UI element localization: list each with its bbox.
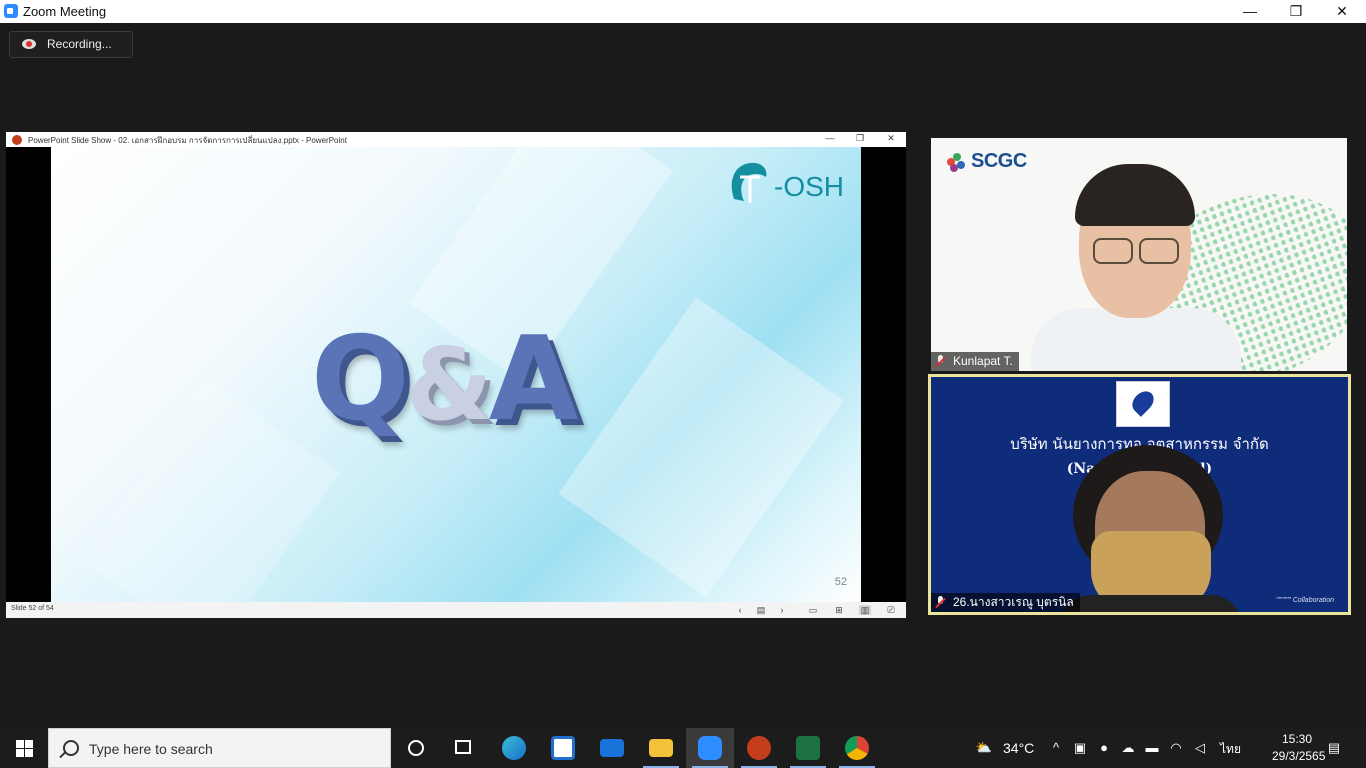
close-button[interactable]: ✕ (1319, 0, 1365, 23)
recording-label: Recording... (47, 37, 112, 51)
restore-button[interactable]: ❐ (1273, 0, 1319, 23)
temperature[interactable]: 34°C (1003, 740, 1034, 756)
next-slide-icon[interactable]: › (776, 605, 788, 615)
tosh-logo: -OSH (726, 159, 851, 209)
participant-namebar: 26.นางสาวเรณู บุตรนิล (931, 593, 1080, 612)
taskbar-store[interactable] (539, 728, 587, 768)
taskbar-powerpoint[interactable] (735, 728, 783, 768)
active-speaker-tile[interactable]: บริษัท นันยางการทอ อุตสาหกรรม จำกัด (Nan… (928, 374, 1351, 615)
taskbar-excel[interactable] (784, 728, 832, 768)
shared-screen[interactable]: PowerPoint Slide Show - 02. เอกสารฝึกอบร… (6, 132, 906, 618)
participant-video-tile: บริษัท นันยางการทอ อุตสาหกรรม จำกัด (Nan… (931, 377, 1348, 612)
participant-name: 26.นางสาวเรณู บุตรนิล (953, 595, 1074, 609)
reading-view-icon[interactable]: ▥ (859, 605, 871, 615)
meet-now-icon[interactable]: ▣ (1072, 740, 1088, 756)
muted-mic-icon (935, 355, 947, 368)
battery-icon[interactable]: ▬ (1144, 740, 1160, 756)
powerpoint-icon (12, 135, 22, 145)
slide-facet (82, 381, 340, 602)
cortana-button[interactable] (392, 728, 440, 768)
participant-video (1031, 158, 1241, 371)
taskbar-search-box[interactable]: Type here to search (48, 728, 391, 768)
start-button[interactable] (0, 728, 48, 768)
recording-indicator[interactable]: Recording... (9, 31, 133, 58)
windows-taskbar: Type here to search ⛅ 34°C ^ ▣ ● ☁ ▬ ◠ ◁ (0, 728, 1366, 768)
ppt-titlebar: PowerPoint Slide Show - 02. เอกสารฝึกอบร… (6, 132, 906, 147)
ppt-window-title: PowerPoint Slide Show - 02. เอกสารฝึกอบร… (28, 136, 347, 145)
taskbar-zoom[interactable] (686, 728, 734, 768)
clock-time: 15:30 (1281, 732, 1313, 746)
language-indicator[interactable]: ไทย (1220, 740, 1241, 759)
emblem-leaf-icon (1128, 387, 1158, 417)
tosh-mark-icon (731, 162, 767, 203)
excel-icon (796, 736, 820, 760)
record-icon (22, 39, 36, 49)
minimize-button[interactable]: — (1227, 0, 1273, 23)
weather-icon[interactable]: ⛅ (974, 740, 994, 756)
notifications-icon[interactable]: ▤ (1325, 740, 1343, 756)
participant-video (1061, 445, 1241, 612)
taskbar-file-explorer[interactable] (637, 728, 685, 768)
ppt-statusbar: Slide 52 of 54 ‹ ▤ › ▭ ⊞ ▥ ⎚ (6, 602, 906, 618)
windows-logo-icon (16, 749, 24, 757)
slide-number: 52 (834, 576, 847, 588)
search-icon (63, 740, 79, 756)
glasses-right (1139, 238, 1179, 264)
microphone-icon[interactable]: ● (1096, 740, 1112, 756)
ppt-close-button[interactable]: ✕ (879, 133, 903, 146)
mail-icon (600, 739, 624, 757)
powerpoint-icon (747, 736, 771, 760)
zoom-icon (698, 736, 722, 760)
slideshow-icon[interactable]: ⎚ (885, 605, 897, 615)
volume-icon[interactable]: ◁ (1192, 740, 1208, 756)
search-placeholder: Type here to search (89, 741, 213, 757)
windows-logo-icon (25, 740, 33, 748)
qa-letter-a: A (488, 312, 579, 447)
taskbar-chrome[interactable] (833, 728, 881, 768)
tosh-logo-text: -OSH (774, 171, 844, 202)
background-footer-text: """""" Collaboration (1275, 597, 1334, 604)
taskbar-edge[interactable] (490, 728, 538, 768)
windows-logo-icon (16, 740, 24, 748)
window-title: Zoom Meeting (23, 4, 107, 19)
edge-icon (502, 736, 526, 760)
wifi-icon[interactable]: ◠ (1168, 740, 1184, 756)
participant-namebar: Kunlapat T. (931, 352, 1019, 371)
task-view-button[interactable] (440, 728, 488, 768)
cortana-icon (408, 740, 424, 756)
previous-slide-icon[interactable]: ‹ (734, 605, 746, 615)
scgc-mark-icon (947, 153, 967, 172)
folder-icon (649, 739, 673, 757)
taskbar-clock[interactable]: 15:30 29/3/2565 (1272, 731, 1326, 765)
slide-sorter-icon[interactable]: ⊞ (833, 605, 845, 615)
task-view-icon (455, 740, 471, 754)
onedrive-icon[interactable]: ☁ (1120, 740, 1136, 756)
slide-count: Slide 52 of 54 (11, 605, 54, 612)
chrome-icon (845, 736, 869, 760)
company-emblem (1116, 381, 1170, 427)
store-icon (551, 736, 575, 760)
taskbar-mail[interactable] (588, 728, 636, 768)
qa-ampersand: & (405, 326, 493, 443)
qa-graphic: Q&A (311, 312, 579, 447)
zoom-app-icon (4, 4, 18, 18)
ppt-restore-button[interactable]: ❐ (848, 133, 872, 146)
windows-logo-icon (25, 749, 33, 757)
ppt-minimize-button[interactable]: — (818, 133, 842, 146)
glasses-left (1093, 238, 1133, 264)
slide-menu-icon[interactable]: ▤ (755, 605, 767, 615)
chevron-up-icon[interactable]: ^ (1048, 740, 1064, 756)
window-titlebar: Zoom Meeting — ❐ ✕ (0, 0, 1366, 23)
clock-date: 29/3/2565 (1272, 749, 1326, 763)
qa-letter-q: Q (311, 312, 410, 447)
muted-mic-icon (935, 596, 947, 609)
participant-video-tile[interactable]: SCGC Kunlapat T. (931, 138, 1347, 371)
participant-name: Kunlapat T. (953, 354, 1013, 368)
participant-hair (1075, 164, 1195, 226)
normal-view-icon[interactable]: ▭ (807, 605, 819, 615)
slide-facet (558, 297, 844, 597)
participant-body (1061, 595, 1241, 612)
slide-canvas: -OSH Q&A 52 (51, 147, 861, 602)
scgc-logo-text: SCGC (971, 150, 1027, 172)
